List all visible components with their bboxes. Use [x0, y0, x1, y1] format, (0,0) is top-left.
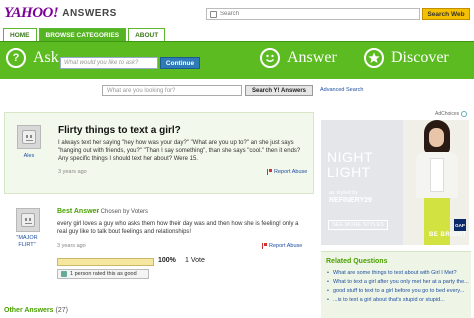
question-time: 3 years ago	[58, 169, 87, 175]
answer-report-abuse-link[interactable]: Report Abuse	[262, 243, 302, 249]
ask-question-input[interactable]: What would you like to ask?	[60, 57, 158, 69]
related-questions-title: Related Questions	[326, 258, 388, 265]
report-abuse-label: Report Abuse	[274, 169, 308, 175]
best-answer-label: Best Answer	[57, 208, 100, 215]
other-answers-label: Other Answers	[4, 307, 54, 314]
search-answers-button[interactable]: Search Y! Answers	[245, 85, 313, 96]
tab-browse-categories[interactable]: BROWSE CATEGORIES	[38, 28, 127, 41]
related-question-link[interactable]: ...is to text a girl about that's stupid…	[327, 297, 469, 304]
related-question-link[interactable]: good stuff to text to a girl before you …	[327, 288, 469, 295]
report-abuse-label: Report Abuse	[269, 243, 303, 249]
other-answers-heading: Other Answers (27)	[4, 307, 68, 314]
answers-logo-text: ANSWERS	[62, 7, 117, 19]
thumbs-up-icon	[61, 271, 67, 277]
question-panel: Alex Flirty things to text a girl? I alw…	[4, 112, 314, 194]
related-questions-list: What are some things to text about with …	[327, 270, 469, 306]
ad-refinery-logo: REFINERY29	[329, 197, 372, 204]
answer-section[interactable]: Answer	[260, 48, 337, 68]
adchoices-link[interactable]: AdChoices	[435, 111, 468, 117]
yahoo-logo-text: YAHOO!	[4, 4, 59, 21]
chosen-by-text: - Chosen by Voters	[97, 209, 149, 215]
top-search-box[interactable]	[206, 8, 420, 20]
best-answer-body: every girl loves a guy who asks them how…	[57, 221, 299, 235]
search-web-button[interactable]: Search Web	[422, 8, 470, 20]
question-title: Flirty things to text a girl?	[58, 125, 181, 136]
vote-percent: 100%	[158, 257, 176, 264]
ask-label: Ask	[33, 49, 59, 66]
default-avatar-icon	[22, 130, 36, 144]
vote-progress-bar	[57, 258, 154, 266]
avatar[interactable]	[17, 125, 41, 149]
ad-headline: NIGHT LIGHT	[327, 150, 373, 180]
tab-home[interactable]: HOME	[3, 28, 37, 41]
vote-progress-fill	[58, 259, 153, 265]
ad-styled-by: as styled by	[329, 190, 359, 196]
question-search-input[interactable]: What are you looking for?	[102, 85, 242, 96]
continue-button[interactable]: Continue	[160, 57, 200, 69]
answer-time: 3 years ago	[57, 243, 86, 249]
default-avatar-icon	[21, 213, 35, 227]
related-questions-panel: Related Questions What are some things t…	[321, 251, 471, 318]
answer-user-link[interactable]: "MAJOR FLIRT"	[8, 235, 46, 249]
ad-headline-line2: LIGHT	[327, 164, 371, 180]
smiley-icon	[260, 48, 280, 68]
star-icon	[364, 48, 384, 68]
advanced-search-link[interactable]: Advanced Search	[320, 87, 363, 93]
tab-about[interactable]: ABOUT	[128, 28, 166, 41]
other-answers-count: (27)	[55, 307, 68, 314]
answer-label: Answer	[287, 49, 337, 66]
avatar[interactable]	[16, 208, 40, 232]
question-mark-icon: ?	[6, 48, 26, 68]
search-icon	[210, 10, 217, 18]
gap-logo: GAP	[454, 219, 466, 231]
flag-icon	[267, 169, 272, 175]
rated-good-text: 1 person rated this as good	[70, 271, 137, 277]
yahoo-answers-logo[interactable]: YAHOO! ANSWERS	[4, 5, 124, 21]
flag-icon	[262, 243, 267, 249]
ad-see-more-button[interactable]: SEE MORE STYLES	[328, 220, 388, 230]
rated-good-button[interactable]: 1 person rated this as good	[57, 269, 149, 279]
ad-model-image	[416, 120, 458, 245]
ad-headline-line1: NIGHT	[327, 149, 374, 165]
ad-tagline: BE BRIGHT	[429, 232, 467, 238]
question-user-link[interactable]: Alex	[15, 153, 43, 159]
discover-label: Discover	[391, 49, 449, 66]
related-question-link[interactable]: What are some things to text about with …	[327, 270, 469, 277]
adchoices-icon	[461, 111, 468, 117]
related-question-link[interactable]: What to text a girl after you only met h…	[327, 279, 469, 286]
advertisement-banner[interactable]: NIGHT LIGHT as styled by REFINERY29 SEE …	[321, 120, 469, 245]
top-search-input[interactable]	[220, 11, 400, 17]
action-bar: ? Ask What would you like to ask? Contin…	[0, 41, 474, 79]
question-report-abuse-link[interactable]: Report Abuse	[267, 169, 307, 175]
adchoices-label: AdChoices	[435, 111, 460, 117]
vote-count: 1 Vote	[185, 257, 205, 264]
question-body: I always text her saying "hey how was yo…	[58, 140, 301, 162]
discover-section[interactable]: Discover	[364, 48, 449, 68]
main-tabs: HOME BROWSE CATEGORIES ABOUT	[3, 28, 166, 41]
ask-section: ? Ask	[6, 48, 59, 68]
